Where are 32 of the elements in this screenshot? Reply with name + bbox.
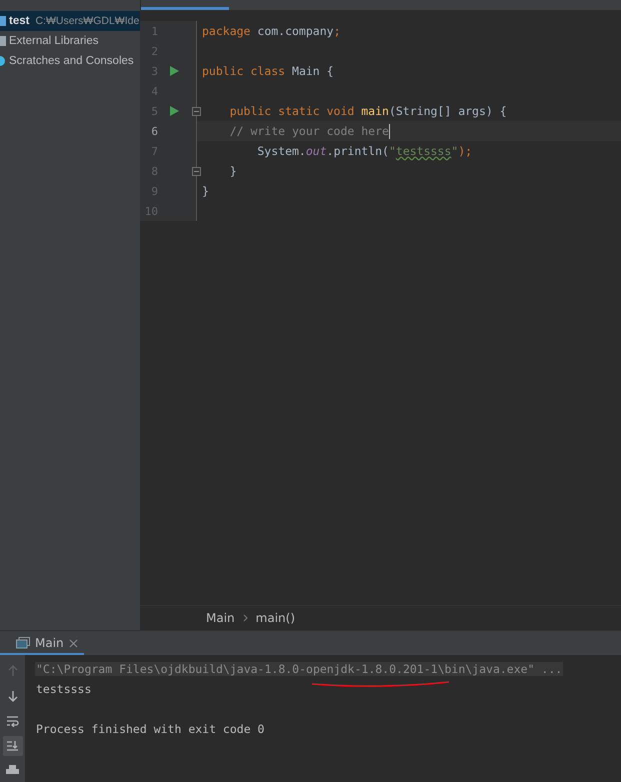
scroll-to-end-icon	[6, 740, 19, 752]
folder-icon	[0, 16, 6, 26]
breadcrumb[interactable]: main()	[256, 611, 296, 625]
code-line: package com.company;	[202, 24, 340, 38]
up-arrow-icon	[6, 665, 18, 677]
tree-item[interactable]: test C:₩Users₩GDL₩Ide	[0, 11, 140, 31]
console-icon	[16, 637, 30, 649]
run-icon[interactable]	[170, 106, 179, 116]
console-line: testssss	[35, 682, 92, 696]
close-icon[interactable]	[68, 638, 78, 648]
chevron-icon	[242, 614, 248, 622]
module-path: C:₩Users₩GDL₩Ide	[35, 15, 140, 27]
code-line: // write your code here	[228, 124, 390, 138]
fold-icon[interactable]	[192, 166, 201, 176]
tree-item[interactable]: External Libraries	[0, 31, 140, 51]
toolbar-button[interactable]	[2, 736, 22, 756]
tree-item[interactable]: Scratches and Consoles	[0, 51, 140, 71]
code-line: }	[228, 164, 237, 178]
console-line: Process finished with exit code 0	[35, 722, 266, 736]
code-line: public class Main {	[202, 64, 334, 78]
run-icon[interactable]	[170, 66, 179, 76]
fold-icon[interactable]	[192, 106, 201, 116]
scratches-icon	[0, 56, 6, 66]
code-line: }	[202, 184, 209, 198]
code-line: public static void main(String[] args) {	[228, 104, 507, 118]
line-number: 6	[150, 124, 158, 138]
down-arrow-icon	[6, 690, 18, 702]
code-line: System.out.println("testssss");	[256, 144, 472, 158]
breadcrumb[interactable]: Main	[206, 611, 235, 625]
library-icon	[0, 36, 6, 46]
soft-wrap-icon	[6, 715, 19, 727]
printer-icon	[6, 765, 19, 777]
